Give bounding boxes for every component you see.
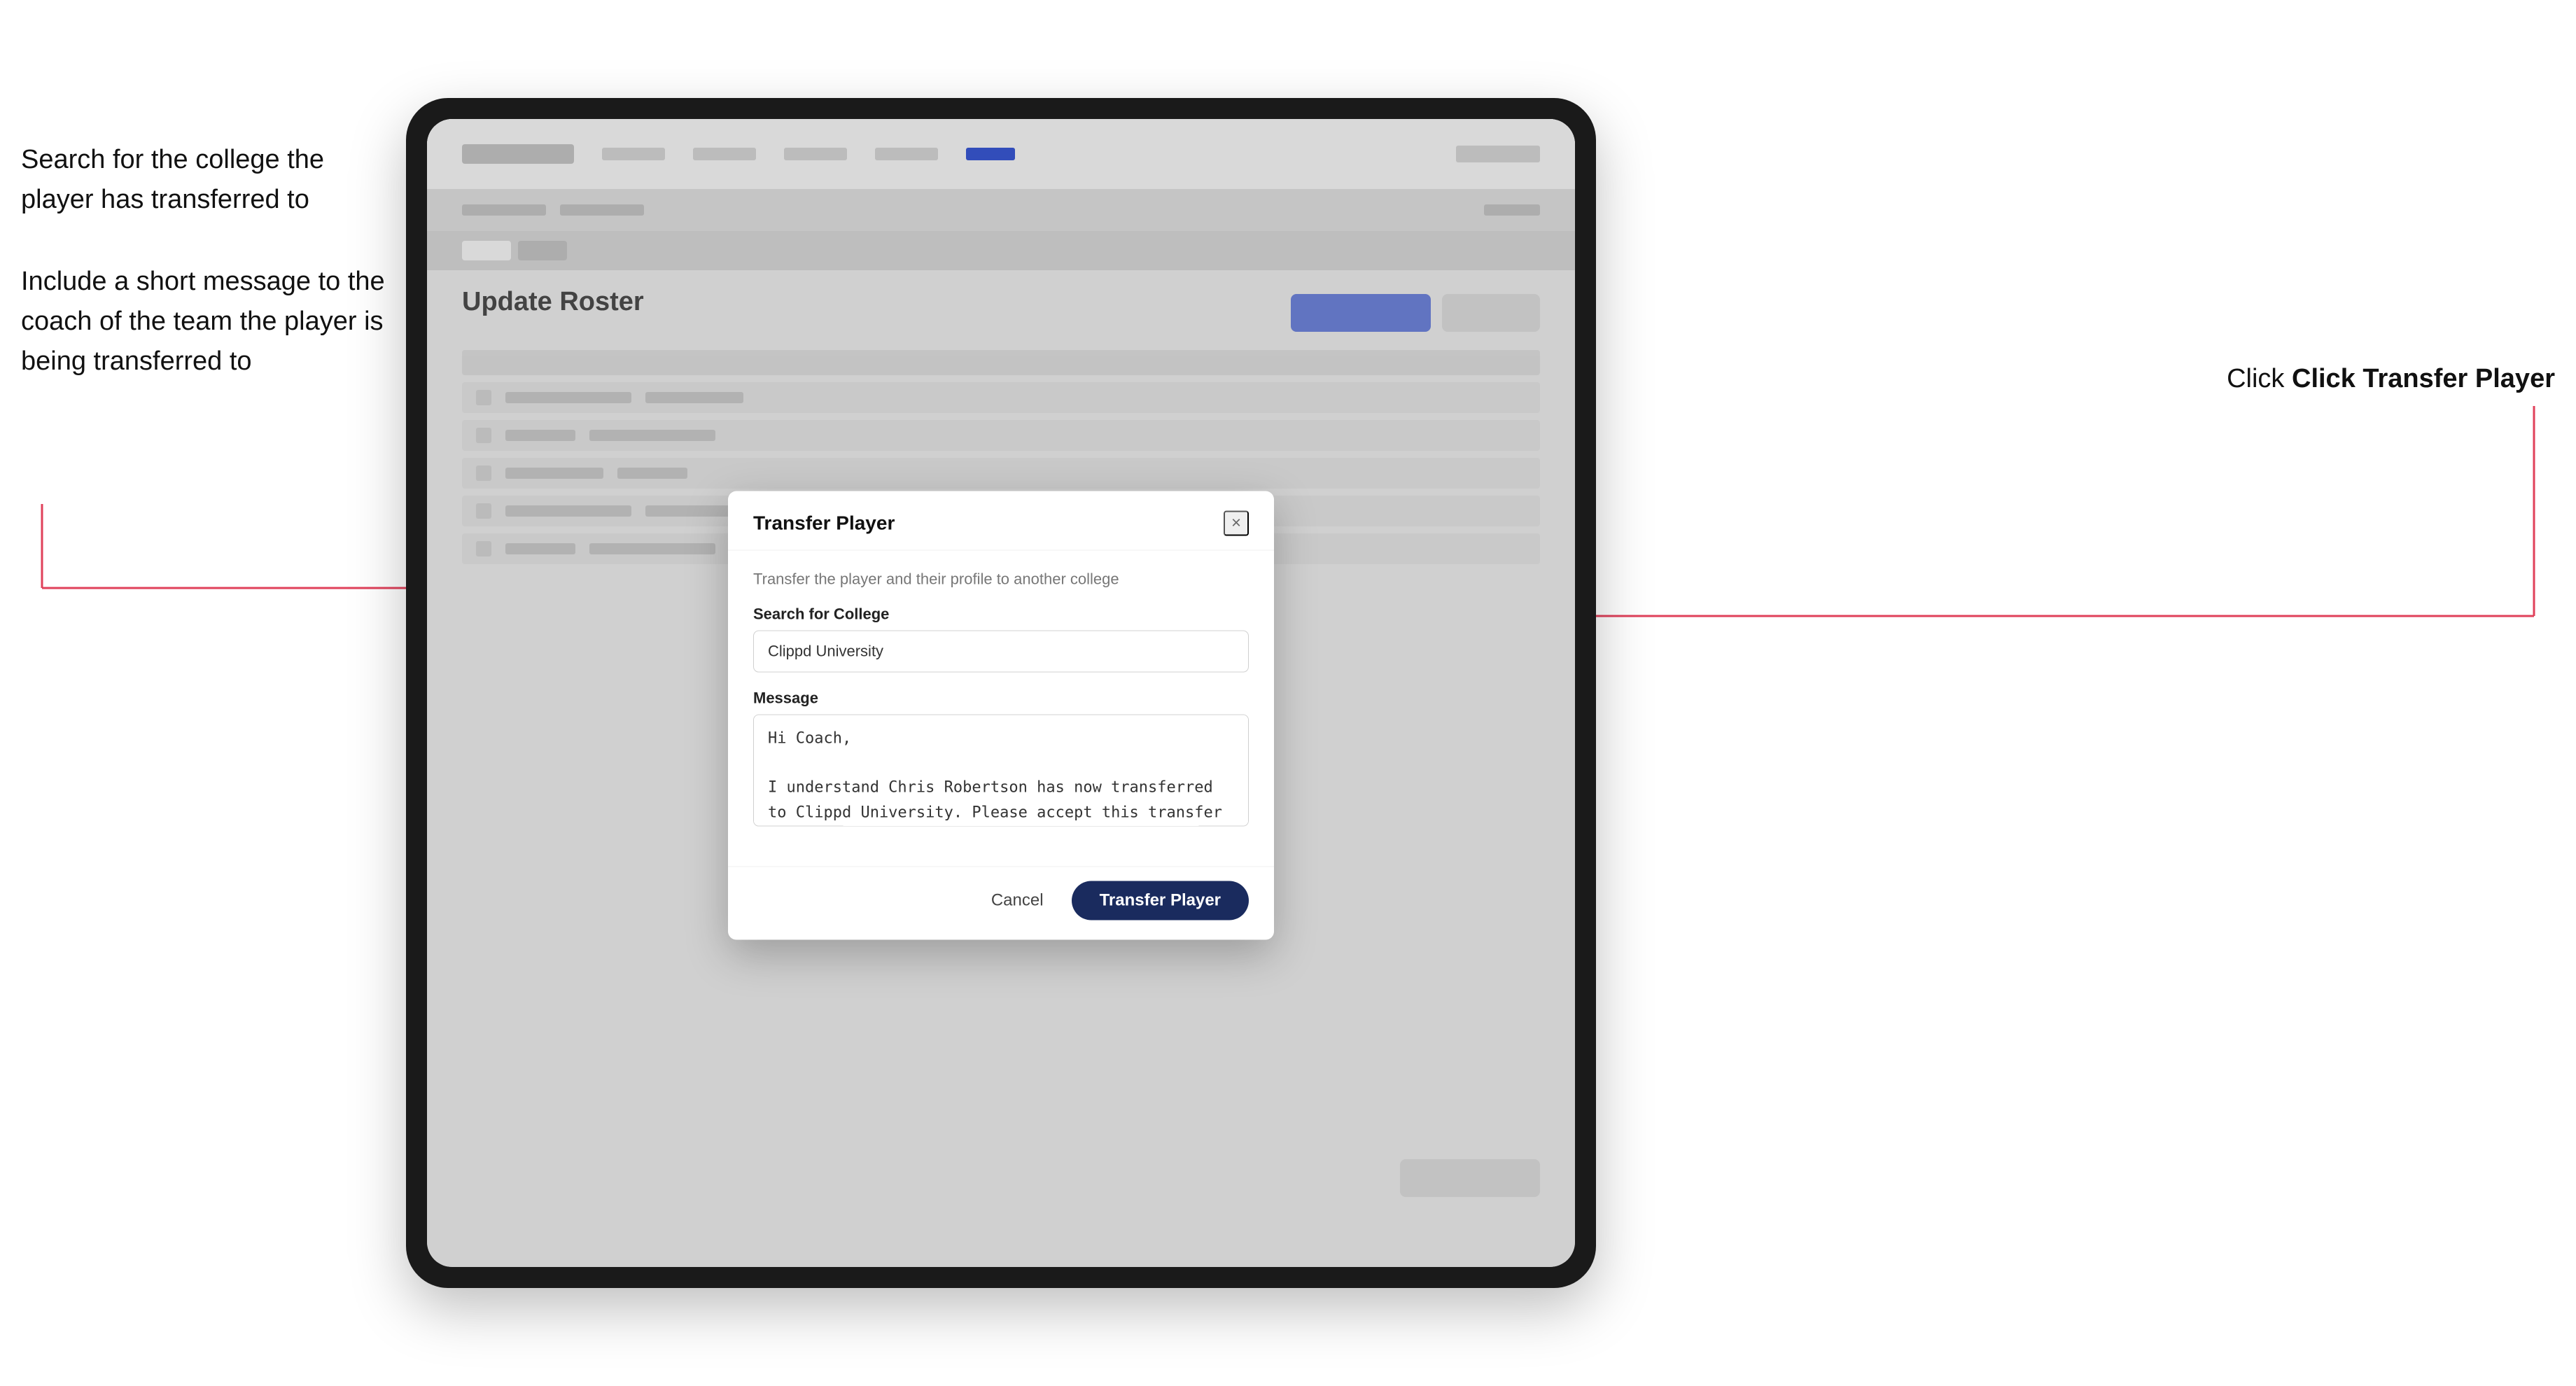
modal-subtitle: Transfer the player and their profile to… [753, 570, 1249, 589]
modal-close-button[interactable]: × [1224, 511, 1249, 536]
tablet-device: Update Roster [406, 98, 1596, 1288]
annotation-text-message: Include a short message to the coach of … [21, 262, 385, 382]
message-textarea[interactable] [753, 715, 1249, 827]
modal-title: Transfer Player [753, 512, 895, 535]
college-form-group: Search for College [753, 606, 1249, 673]
annotation-left: Search for the college the player has tr… [21, 140, 385, 424]
tablet-screen: Update Roster [427, 119, 1575, 1267]
college-label: Search for College [753, 606, 1249, 624]
transfer-player-modal: Transfer Player × Transfer the player an… [728, 491, 1274, 940]
college-search-input[interactable] [753, 631, 1249, 673]
annotation-right: Click Click Transfer Player [2227, 364, 2555, 394]
transfer-player-button[interactable]: Transfer Player [1072, 881, 1249, 920]
modal-header: Transfer Player × [728, 491, 1274, 551]
annotation-click-label: Click Click Transfer Player [2227, 364, 2555, 393]
annotation-text-search: Search for the college the player has tr… [21, 140, 385, 220]
message-label: Message [753, 690, 1249, 708]
modal-body: Transfer the player and their profile to… [728, 551, 1274, 867]
cancel-button[interactable]: Cancel [977, 883, 1058, 919]
message-form-group: Message [753, 690, 1249, 830]
modal-footer: Cancel Transfer Player [728, 867, 1274, 940]
